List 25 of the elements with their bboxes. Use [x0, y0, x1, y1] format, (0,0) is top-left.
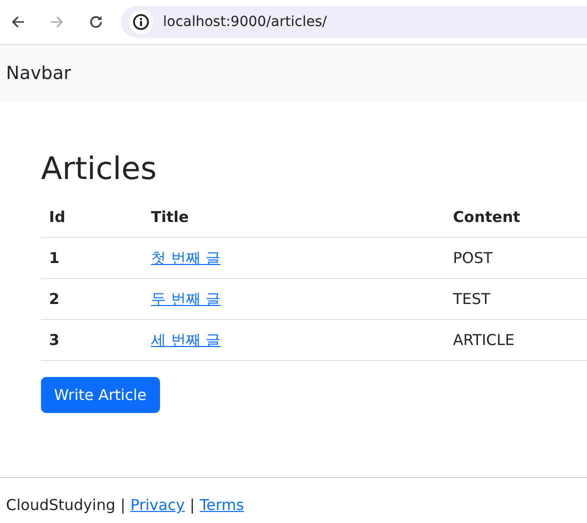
- reload-icon[interactable]: [88, 14, 104, 30]
- column-header: Id: [41, 197, 143, 238]
- separator: |: [120, 496, 126, 514]
- address-bar[interactable]: localhost:9000/articles/: [121, 6, 587, 38]
- table-cell: 3: [41, 320, 143, 360]
- column-header: Title: [143, 197, 445, 238]
- table-cell: 1: [41, 238, 143, 278]
- article-link[interactable]: 두 번째 글: [151, 290, 221, 308]
- back-arrow-icon[interactable]: [10, 14, 26, 30]
- table-cell: 2: [41, 278, 143, 320]
- footer-text: CloudStudying: [6, 496, 116, 514]
- separator: |: [190, 496, 195, 514]
- info-icon[interactable]: [129, 10, 153, 34]
- url-text: localhost:9000/articles/: [163, 14, 327, 30]
- article-link[interactable]: 세 번째 글: [151, 330, 221, 348]
- footer-link[interactable]: Terms: [200, 496, 244, 514]
- write-article-button[interactable]: Write Article: [41, 377, 160, 413]
- table-cell: POST: [445, 238, 587, 278]
- table-cell: ARTICLE: [445, 320, 587, 360]
- footer-link[interactable]: Privacy: [130, 496, 185, 514]
- navbar-brand[interactable]: Navbar: [6, 62, 72, 84]
- article-link[interactable]: 첫 번째 글: [151, 248, 221, 266]
- table-cell: TEST: [445, 278, 587, 320]
- page-heading: Articles: [41, 151, 158, 187]
- column-header: Content: [445, 197, 587, 238]
